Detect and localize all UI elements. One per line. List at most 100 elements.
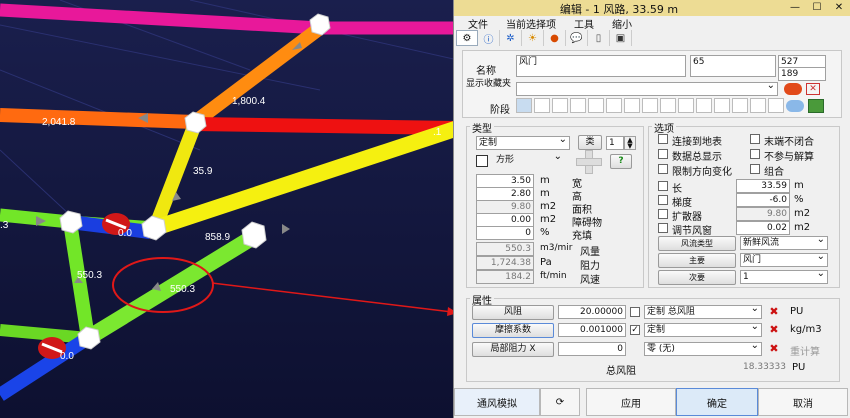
stage-cell[interactable] <box>714 98 730 113</box>
length-field[interactable]: 33.59 <box>736 179 790 193</box>
apply-button[interactable]: 应用 <box>586 388 676 416</box>
favorite-add-icon[interactable] <box>784 83 802 95</box>
tab-info[interactable]: ⓘ <box>478 30 500 46</box>
open-end-label: 末端不闭合 <box>764 137 814 148</box>
combine-label: 组合 <box>764 167 784 178</box>
network-canvas[interactable]: 1,800.4 2,041.8 35.9 550.3 550.3 0.0 0.0… <box>0 0 458 418</box>
network-3d-view[interactable]: 1,800.4 2,041.8 35.9 550.3 550.3 0.0 0.0… <box>0 0 458 418</box>
always-show-checkbox[interactable] <box>658 149 668 159</box>
stage-cell[interactable] <box>516 98 532 113</box>
stage-cell[interactable] <box>534 98 550 113</box>
exclude-solve-checkbox[interactable] <box>750 149 760 159</box>
combine-checkbox[interactable] <box>750 164 760 174</box>
local-resistance-select[interactable]: 零 (无) <box>644 340 762 356</box>
regulator-checkbox[interactable] <box>658 223 668 233</box>
regulator-field[interactable]: 0.02 <box>736 221 790 235</box>
tab-gas[interactable]: ● <box>544 30 566 46</box>
tab-camera[interactable]: ▣ <box>610 30 632 46</box>
class-spinner[interactable]: ▲ ▼ <box>624 136 636 150</box>
menu-selection[interactable]: 当前选择项 <box>506 16 556 31</box>
recalc-label[interactable]: 重计算 <box>790 343 820 358</box>
limit-direction-checkbox[interactable] <box>658 164 668 174</box>
favorite-remove-icon[interactable]: ✕ <box>806 83 820 95</box>
name-field[interactable]: 风门 <box>516 55 686 77</box>
width-field[interactable]: 3.50 <box>476 174 534 188</box>
stage-cell[interactable] <box>552 98 568 113</box>
tab-book[interactable]: ▯ <box>588 30 610 46</box>
favorites-select[interactable] <box>516 80 778 96</box>
branch-orange-left[interactable] <box>0 108 196 129</box>
friction-field[interactable]: 0.001000 <box>558 323 626 337</box>
grade-checkbox[interactable] <box>658 195 668 205</box>
stage-cell[interactable] <box>660 98 676 113</box>
menu-tools[interactable]: 工具 <box>574 16 594 31</box>
speed-unit: ft/min <box>540 271 567 281</box>
class-button[interactable]: 类 <box>578 135 602 150</box>
stage-cell[interactable] <box>768 98 784 113</box>
local-resistance-field[interactable]: 0 <box>558 342 626 356</box>
menu-shrink[interactable]: 缩小 <box>612 16 632 31</box>
fill-field[interactable]: 0 <box>476 226 534 240</box>
class-field[interactable]: 1 <box>606 136 624 150</box>
ok-button[interactable]: 确定 <box>676 388 758 416</box>
stage-cell[interactable] <box>624 98 640 113</box>
length-checkbox[interactable] <box>658 181 668 191</box>
type-select[interactable]: 定制 <box>476 134 570 150</box>
stage-cell[interactable] <box>570 98 586 113</box>
height-field[interactable]: 2.80 <box>476 187 534 201</box>
open-end-checkbox[interactable] <box>750 134 760 144</box>
stage-cell[interactable] <box>696 98 712 113</box>
friction-button[interactable]: 摩擦系数 <box>472 323 554 338</box>
surface-connect-checkbox[interactable] <box>658 134 668 144</box>
id-field[interactable]: 65 <box>690 55 776 77</box>
help-button[interactable]: ? <box>610 154 632 169</box>
close-icon[interactable]: ✕ <box>830 1 848 15</box>
resistance-select[interactable]: 定制 总风阻 <box>644 303 762 319</box>
tab-heat[interactable]: ☀ <box>522 30 544 46</box>
tab-edit[interactable]: ⚙ <box>456 30 478 46</box>
stage-cell[interactable] <box>732 98 748 113</box>
main-button[interactable]: 主要 <box>658 253 736 268</box>
branch-green-left[interactable] <box>0 208 71 229</box>
second-select[interactable]: 1 <box>740 268 828 284</box>
airtype-button[interactable]: 风流类型 <box>658 236 736 251</box>
shape-select[interactable]: 方形 <box>494 151 564 168</box>
grade-field[interactable]: -6.0 <box>736 193 790 207</box>
local-delete-icon[interactable]: ✖ <box>767 342 781 356</box>
second-button[interactable]: 次要 <box>658 270 736 285</box>
obstacle-field[interactable]: 0.00 <box>476 213 534 227</box>
resistance-button[interactable]: 风阻 <box>472 305 554 320</box>
resistance-field[interactable]: 20.00000 <box>558 305 626 319</box>
friction-checkbox[interactable]: ✓ <box>630 325 640 335</box>
main-select[interactable]: 风门 <box>740 251 828 267</box>
ventilation-sim-button[interactable]: 通风模拟 <box>454 388 540 416</box>
direction-pad-icon[interactable] <box>576 150 602 174</box>
airtype-select[interactable]: 新鲜风流 <box>740 234 828 250</box>
friction-delete-icon[interactable]: ✖ <box>767 323 781 337</box>
stage-cell[interactable] <box>750 98 766 113</box>
tab-comment[interactable]: 💬 <box>566 30 588 46</box>
stage-edit-icon[interactable] <box>808 99 824 113</box>
stage-cell[interactable] <box>642 98 658 113</box>
stage-cell[interactable] <box>606 98 622 113</box>
type-title: 类型 <box>470 120 494 135</box>
stage-link-icon[interactable] <box>786 100 804 112</box>
local-resistance-button[interactable]: 局部阻力 X <box>472 342 554 357</box>
stage-cell[interactable] <box>588 98 604 113</box>
square-shape-icon <box>476 155 488 167</box>
node-to-field[interactable]: 189 <box>778 67 826 81</box>
branch-red[interactable] <box>194 117 458 135</box>
branch-green-lower[interactable] <box>0 324 89 344</box>
book-icon: ▯ <box>595 32 602 44</box>
friction-select[interactable]: 定制 <box>644 321 762 337</box>
minimize-icon[interactable]: — <box>786 1 804 15</box>
resistance-delete-icon[interactable]: ✖ <box>767 305 781 319</box>
maximize-icon[interactable]: ☐ <box>808 1 826 15</box>
cancel-button[interactable]: 取消 <box>758 388 848 416</box>
diffuser-checkbox[interactable] <box>658 209 668 219</box>
tab-fan[interactable]: ✲ <box>500 30 522 46</box>
refresh-button[interactable]: ⟳ <box>540 388 580 416</box>
menu-file[interactable]: 文件 <box>468 16 488 31</box>
stage-cell[interactable] <box>678 98 694 113</box>
resistance-checkbox[interactable] <box>630 307 640 317</box>
